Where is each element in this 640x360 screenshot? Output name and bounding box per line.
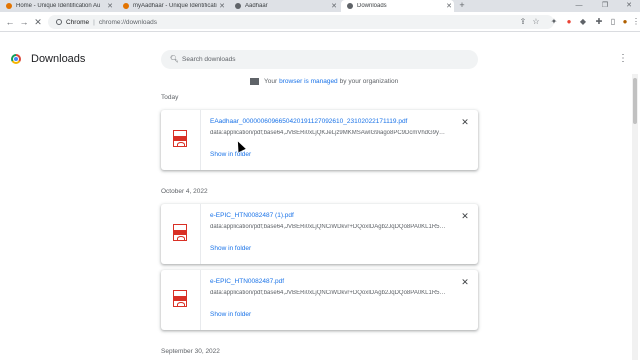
tab-home-uidai[interactable]: Home - Unique Identification Au ✕ (0, 0, 115, 12)
back-icon[interactable]: ← (4, 16, 16, 28)
page-title: Downloads (31, 53, 86, 65)
extension-icon[interactable]: ✦ (549, 17, 559, 27)
chrome-logo-icon (11, 54, 21, 64)
close-tab-icon[interactable]: ✕ (329, 2, 339, 10)
reload-icon[interactable]: ✕ (32, 16, 44, 28)
pdf-file-icon (173, 290, 187, 307)
file-icon-column (161, 110, 201, 170)
uidai-favicon-icon (6, 3, 12, 9)
tab-strip: Home - Unique Identification Au ✕ myAadh… (0, 0, 640, 12)
show-in-folder-link[interactable]: Show in folder (210, 311, 251, 318)
close-tab-icon[interactable]: ✕ (444, 2, 454, 10)
remove-from-list-icon[interactable]: ✕ (459, 210, 471, 222)
side-panel-icon[interactable]: ▯ (608, 17, 618, 27)
scrollbar-thumb[interactable] (633, 78, 637, 124)
download-filename-link[interactable]: e-EPIC_HTN0082487.pdf (210, 278, 284, 285)
tab-title: Aadhaar (245, 3, 268, 9)
address-bar[interactable]: Chrome | chrome://downloads (48, 15, 554, 29)
forward-icon[interactable]: → (18, 16, 30, 28)
download-item: e-EPIC_HTN0082487.pdf data:application/p… (161, 270, 478, 330)
download-url: data:application/pdf;base64,JVBERi0xLjQK… (210, 130, 446, 136)
date-header: Today (161, 94, 179, 101)
address-separator: | (93, 18, 95, 26)
pdf-file-icon (173, 224, 187, 241)
url-text: chrome://downloads (98, 18, 157, 26)
date-header: September 30, 2022 (161, 348, 220, 355)
site-info-icon[interactable] (56, 19, 62, 25)
bookmark-star-icon[interactable]: ☆ (531, 17, 541, 27)
date-header: October 4, 2022 (161, 188, 208, 195)
file-icon-column (161, 270, 201, 330)
file-icon-column (161, 204, 201, 264)
tab-title: Downloads (357, 3, 387, 9)
share-icon[interactable]: ⇪ (518, 17, 528, 27)
remove-from-list-icon[interactable]: ✕ (459, 276, 471, 288)
download-item: e-EPIC_HTN0082487 (1).pdf data:applicati… (161, 204, 478, 264)
extension-red-icon[interactable]: ● (564, 17, 574, 27)
downloads-header: Downloads 🔍︎ Search downloads ⋮ (0, 46, 640, 74)
managed-prefix: Your (264, 78, 278, 85)
tab-downloads[interactable]: Downloads ✕ (341, 0, 454, 12)
close-tab-icon[interactable]: ✕ (105, 2, 115, 10)
show-in-folder-link[interactable]: Show in folder (210, 151, 251, 158)
maximize-icon[interactable]: ❐ (598, 0, 612, 12)
pdf-file-icon (173, 130, 187, 147)
toolbar: ← → ✕ Chrome | chrome://downloads ⇪ ☆ ✦ … (0, 12, 640, 32)
profile-avatar-icon[interactable]: ● (620, 17, 630, 27)
remove-from-list-icon[interactable]: ✕ (459, 116, 471, 128)
tab-myaadhaar[interactable]: myAadhaar - Unique Identificatio ✕ (117, 0, 227, 12)
search-placeholder: Search downloads (182, 56, 236, 63)
show-in-folder-link[interactable]: Show in folder (210, 245, 251, 252)
download-filename-link[interactable]: e-EPIC_HTN0082487 (1).pdf (210, 212, 294, 219)
puzzle-extensions-icon[interactable]: ✚ (594, 17, 604, 27)
managed-link[interactable]: browser is managed (279, 78, 338, 85)
download-url: data:application/pdf;base64,JVBERi0xLjQN… (210, 290, 446, 296)
more-actions-icon[interactable]: ⋮ (618, 53, 628, 64)
new-tab-button[interactable]: + (457, 0, 467, 12)
managed-notice: Your browser is managed by your organiza… (250, 78, 398, 85)
download-url: data:application/pdf;base64,JVBERi0xLjQN… (210, 224, 446, 230)
minimize-icon[interactable]: — (572, 0, 586, 12)
close-window-icon[interactable]: ✕ (622, 0, 636, 12)
close-tab-icon[interactable]: ✕ (217, 2, 227, 10)
uidai-favicon-icon (123, 3, 129, 9)
download-item: EAadhaar_0000006096650420191127092610_23… (161, 110, 478, 170)
download-filename-link[interactable]: EAadhaar_0000006096650420191127092610_23… (210, 118, 407, 125)
tab-title: myAadhaar - Unique Identificatio (133, 3, 217, 9)
site-label: Chrome (66, 18, 90, 26)
globe-icon (235, 3, 241, 9)
tab-aadhaar[interactable]: Aadhaar ✕ (229, 0, 339, 12)
extension-icon-2[interactable]: ◆ (578, 17, 588, 27)
tab-title: Home - Unique Identification Au (16, 3, 101, 9)
search-input[interactable]: 🔍︎ Search downloads (161, 50, 478, 69)
settings-favicon-icon (347, 3, 353, 9)
building-icon (250, 78, 259, 85)
search-icon: 🔍︎ (170, 56, 179, 63)
managed-suffix: by your organization (339, 78, 399, 85)
menu-icon[interactable]: ⋮ (631, 17, 640, 27)
